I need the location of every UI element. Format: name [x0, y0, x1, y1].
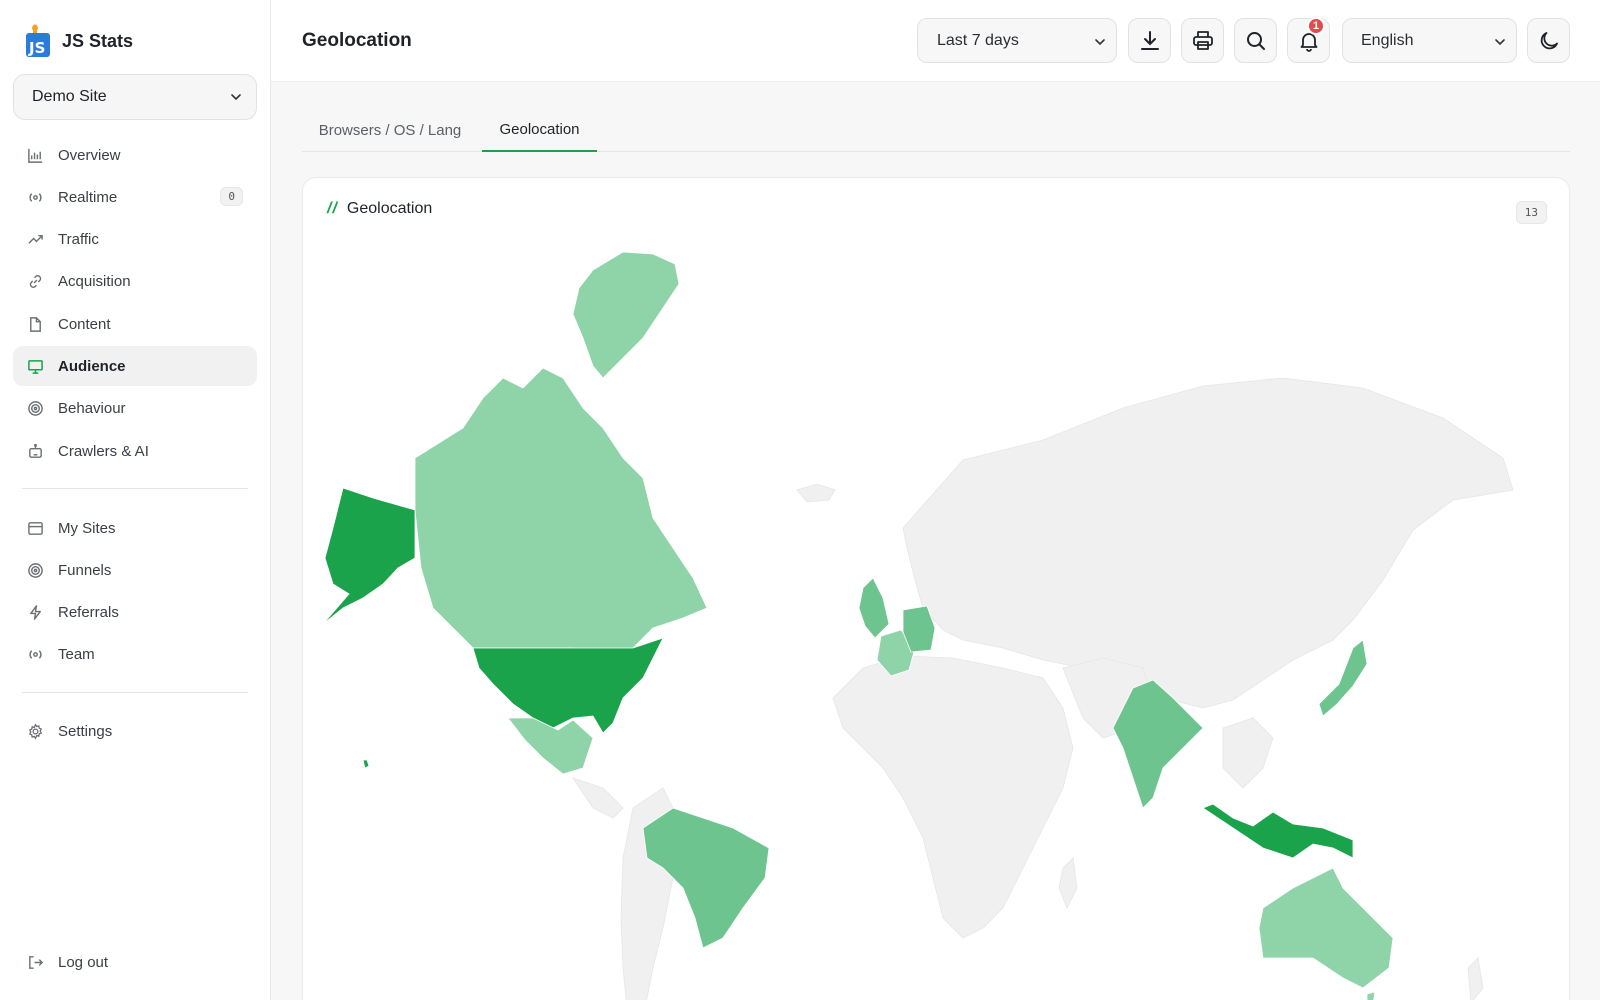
sidebar-item-referrals[interactable]: Referrals	[13, 593, 257, 633]
sidebar-item-realtime[interactable]: Realtime 0	[13, 177, 257, 217]
audience-tabs: Browsers / OS / Lang Geolocation	[302, 108, 1570, 152]
app-name: JS Stats	[62, 30, 134, 51]
map-country-greenland[interactable]	[572, 251, 680, 379]
realtime-count-badge: 0	[220, 187, 243, 207]
sidebar-item-team[interactable]: Team	[13, 635, 257, 675]
card-title: // Geolocation	[327, 200, 432, 218]
printer-icon	[1192, 30, 1213, 50]
sidebar-item-label: Referrals	[58, 604, 119, 622]
tab-browsers-os-lang[interactable]: Browsers / OS / Lang	[302, 108, 478, 152]
download-button[interactable]	[1128, 18, 1171, 63]
sidebar-item-behaviour[interactable]: Behaviour	[13, 389, 257, 429]
map-country-japan[interactable]	[1318, 639, 1368, 717]
site-select-value: Demo Site	[32, 88, 107, 105]
geolocation-card: // Geolocation 13	[302, 177, 1570, 1000]
sidebar-item-label: Realtime	[58, 188, 118, 206]
print-button[interactable]	[1181, 18, 1224, 63]
sidebar-item-overview[interactable]: Overview	[13, 135, 257, 175]
card-title-text: Geolocation	[346, 200, 433, 217]
logout-icon	[29, 955, 44, 969]
chevron-down-icon	[1495, 39, 1505, 46]
chevron-down-icon	[231, 94, 241, 101]
search-icon	[1246, 31, 1265, 50]
map-country-alaska[interactable]	[322, 487, 416, 625]
bolt-icon	[30, 605, 41, 620]
sidebar-item-crawlers[interactable]: Crawlers & AI	[13, 431, 257, 471]
sidebar: JS JS Stats Demo Site Overview Realtime …	[0, 0, 271, 1000]
map-country-indonesia[interactable]	[1202, 803, 1354, 859]
bar-chart-icon	[28, 148, 43, 163]
nav-divider	[22, 691, 248, 693]
sidebar-item-label: Team	[58, 646, 95, 664]
sidebar-item-label: Overview	[58, 146, 121, 164]
map-country-canada[interactable]	[414, 367, 708, 659]
language-select[interactable]: English	[1342, 18, 1517, 63]
date-range-select[interactable]: Last 7 days	[917, 18, 1117, 63]
map-country-australia[interactable]	[1258, 867, 1394, 989]
sidebar-item-funnels[interactable]: Funnels	[13, 550, 257, 590]
map-region-iceland	[796, 483, 836, 503]
map-region-madagascar	[1058, 857, 1078, 909]
map-country-usa[interactable]	[472, 637, 664, 734]
sidebar-item-settings[interactable]: Settings	[13, 712, 257, 752]
trend-up-icon	[28, 235, 43, 244]
map-region-southeast-asia	[1222, 717, 1274, 789]
theme-toggle-button[interactable]	[1527, 18, 1570, 63]
target-icon	[28, 563, 43, 578]
sidebar-item-label: Traffic	[58, 231, 99, 249]
page-title: Geolocation	[302, 30, 412, 51]
world-map[interactable]	[303, 228, 1570, 1000]
notifications-badge: 1	[1307, 17, 1325, 35]
robot-icon	[29, 443, 42, 458]
target-icon	[28, 401, 43, 417]
broadcast-icon	[29, 650, 42, 660]
link-icon	[29, 275, 42, 289]
map-region-africa	[832, 655, 1074, 939]
svg-text:JS: JS	[28, 39, 45, 57]
sidebar-item-acquisition[interactable]: Acquisition	[13, 262, 257, 302]
gear-icon	[28, 723, 43, 741]
map-country-tasmania[interactable]	[1366, 991, 1376, 1000]
map-country-mexico[interactable]	[507, 717, 594, 775]
sidebar-item-label: Funnels	[58, 561, 112, 579]
tab-geolocation[interactable]: Geolocation	[482, 108, 597, 152]
main-nav: Overview Realtime 0 Traffic Acquisition …	[13, 135, 257, 754]
chevron-down-icon	[1095, 39, 1105, 46]
site-select[interactable]: Demo Site	[13, 74, 257, 120]
map-country-hawaii[interactable]	[362, 759, 370, 769]
sidebar-item-content[interactable]: Content	[13, 304, 257, 344]
search-button[interactable]	[1234, 18, 1277, 63]
map-country-uk[interactable]	[858, 577, 890, 639]
sidebar-item-audience[interactable]: Audience	[13, 346, 257, 387]
country-count-badge: 13	[1515, 201, 1547, 224]
js-logo-icon: JS	[26, 24, 50, 57]
sidebar-item-label: Settings	[58, 723, 113, 741]
app-logo[interactable]: JS JS Stats	[24, 24, 133, 58]
sidebar-item-label: My Sites	[58, 519, 116, 537]
moon-icon	[1540, 31, 1558, 49]
logout-label: Log out	[58, 953, 109, 971]
broadcast-icon	[29, 193, 42, 202]
map-region-central-america	[572, 777, 624, 819]
title-slashes: //	[327, 200, 338, 217]
logout-button[interactable]: Log out	[13, 942, 257, 982]
sidebar-item-label: Behaviour	[58, 400, 126, 418]
date-range-value: Last 7 days	[937, 31, 1019, 49]
map-region-new-zealand	[1467, 957, 1484, 1000]
monitor-icon	[28, 360, 43, 374]
sidebar-item-label: Content	[58, 315, 111, 333]
map-region-europe-asia	[902, 377, 1514, 709]
download-icon	[1140, 30, 1159, 50]
notifications-button[interactable]: 1	[1287, 17, 1330, 63]
nav-divider	[22, 488, 248, 490]
sidebar-item-label: Crawlers & AI	[58, 442, 149, 460]
sidebar-item-my-sites[interactable]: My Sites	[13, 508, 257, 548]
browser-icon	[28, 521, 43, 535]
top-header: Geolocation Last 7 days 1 English	[271, 0, 1600, 82]
sidebar-item-traffic[interactable]: Traffic	[13, 220, 257, 260]
file-icon	[30, 316, 41, 332]
sidebar-item-label: Audience	[58, 357, 126, 375]
language-value: English	[1361, 31, 1414, 49]
sidebar-item-label: Acquisition	[58, 273, 131, 291]
